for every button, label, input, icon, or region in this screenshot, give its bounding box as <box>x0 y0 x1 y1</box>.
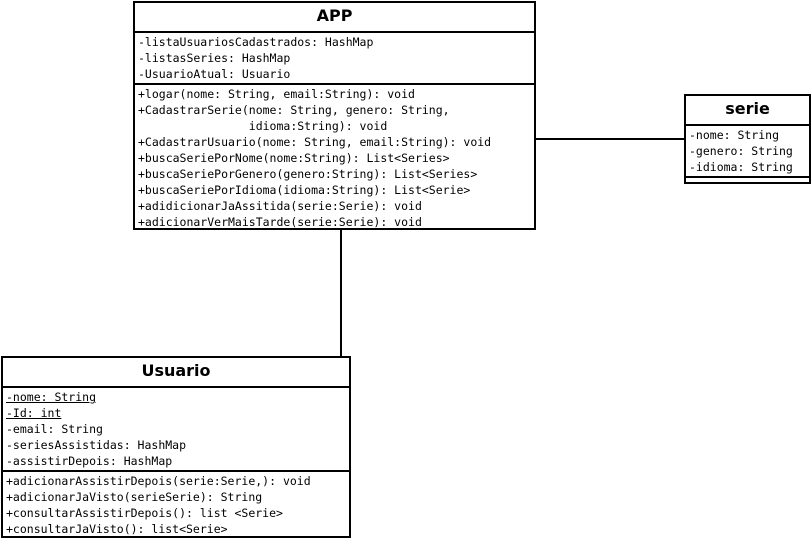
attribute: -assistirDepois: HashMap <box>6 454 173 468</box>
class-app[interactable]: APP -listaUsuariosCadastrados: HashMap -… <box>133 1 536 230</box>
class-usuario-name: Usuario <box>3 358 349 388</box>
class-serie[interactable]: serie -nome: String -genero: String -idi… <box>684 94 811 184</box>
attribute-static: -Id: int <box>6 406 62 420</box>
method: +CadastrarUsuario(nome: String, email:St… <box>138 135 492 149</box>
method: +adidicionarJaAssitida(serie:Serie): voi… <box>138 199 422 213</box>
class-app-name: APP <box>135 3 534 33</box>
attribute: -idioma: String <box>689 160 793 174</box>
attribute: -nome: String <box>689 128 780 142</box>
class-usuario-attributes: -nome: String -Id: int -email: String -s… <box>3 388 349 472</box>
method: +adicionarAssistirDepois(serie:Serie,): … <box>6 474 311 488</box>
method: +logar(nome: String, email:String): void <box>138 87 415 101</box>
class-serie-methods <box>686 178 809 182</box>
attribute: -listaUsuariosCadastrados: HashMap <box>138 35 374 49</box>
attribute: -UsuarioAtual: Usuario <box>138 67 291 81</box>
attribute: -listasSeries: HashMap <box>138 51 291 65</box>
method: idioma:String): void <box>138 119 388 133</box>
method: +consultarAssistirDepois(): list <Serie> <box>6 506 283 520</box>
class-usuario[interactable]: Usuario -nome: String -Id: int -email: S… <box>1 356 351 538</box>
method: +adicionarJaVisto(serieSerie): String <box>6 490 263 504</box>
method: +buscaSeriePorGenero(genero:String): Lis… <box>138 167 478 181</box>
method: +adicionarVerMaisTarde(serie:Serie): voi… <box>138 215 422 229</box>
uml-class-diagram: APP -listaUsuariosCadastrados: HashMap -… <box>0 0 812 539</box>
method: +consultarJaVisto(): list<Serie> <box>6 522 228 536</box>
class-app-methods: +logar(nome: String, email:String): void… <box>135 85 534 231</box>
method: +CadastrarSerie(nome: String, genero: St… <box>138 103 450 117</box>
attribute: -email: String <box>6 422 103 436</box>
class-usuario-methods: +adicionarAssistirDepois(serie:Serie,): … <box>3 472 349 538</box>
class-serie-attributes: -nome: String -genero: String -idioma: S… <box>686 126 809 178</box>
attribute: -seriesAssistidas: HashMap <box>6 438 187 452</box>
method: +buscaSeriePorNome(nome:String): List<Se… <box>138 151 450 165</box>
attribute-static: -nome: String <box>6 390 97 404</box>
class-app-attributes: -listaUsuariosCadastrados: HashMap -list… <box>135 33 534 85</box>
attribute: -genero: String <box>689 144 793 158</box>
class-serie-name: serie <box>686 96 809 126</box>
method: +buscaSeriePorIdioma(idioma:String): Lis… <box>138 183 471 197</box>
